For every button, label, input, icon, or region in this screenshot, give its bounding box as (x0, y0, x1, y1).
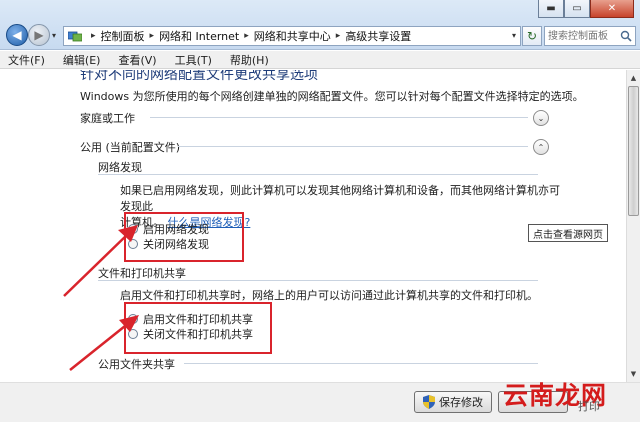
close-button[interactable]: ✕ (590, 0, 634, 18)
window-titlebar: ▬ ▭ ✕ ◀ ▶ ▾ ▸ 控制面板 ▸ 网络和 Internet ▸ 网络和共… (0, 0, 640, 50)
breadcrumb-separator[interactable]: ▸ (336, 31, 341, 41)
annotation-arrows (63, 225, 139, 371)
menu-help[interactable]: 帮助(H) (230, 52, 269, 68)
breadcrumb-network-sharing-center[interactable]: 网络和共享中心 (254, 28, 331, 44)
red-arrow-icon (63, 225, 138, 297)
window-controls: ▬ ▭ ✕ (538, 0, 634, 18)
breadcrumb-separator[interactable]: ▸ (244, 31, 249, 41)
scroll-down-button[interactable]: ▼ (627, 367, 640, 381)
breadcrumb-network-internet[interactable]: 网络和 Internet (159, 28, 239, 44)
red-arrow-icon (69, 315, 139, 371)
uac-shield-icon (423, 395, 435, 409)
address-bar[interactable]: ▸ 控制面板 ▸ 网络和 Internet ▸ 网络和共享中心 ▸ 高级共享设置… (63, 26, 521, 46)
vertical-scrollbar[interactable]: ▲ ▼ (626, 70, 640, 382)
search-input[interactable] (545, 27, 619, 45)
recent-pages-dropdown[interactable]: ▾ (52, 31, 56, 40)
scroll-up-button[interactable]: ▲ (627, 71, 640, 85)
settings-content: 针对不同的网络配置文件更改共享选项 Windows 为您所使用的每个网络创建单独… (0, 70, 626, 382)
scroll-thumb[interactable] (628, 86, 639, 216)
refresh-icon: ↻ (526, 29, 538, 43)
maximize-button[interactable]: ▭ (564, 0, 590, 18)
control-panel-icon (68, 31, 82, 42)
back-arrow-icon: ◀ (12, 28, 22, 42)
menu-file[interactable]: 文件(F) (8, 52, 45, 68)
search-box[interactable] (544, 26, 636, 46)
minimize-button[interactable]: ▬ (538, 0, 564, 18)
forward-arrow-icon: ▶ (34, 28, 44, 42)
breadcrumb-separator: ▸ (91, 31, 96, 41)
save-changes-label[interactable]: 保存修改 (439, 394, 483, 410)
breadcrumb-advanced-sharing[interactable]: 高级共享设置 (345, 28, 411, 44)
breadcrumb-separator[interactable]: ▸ (150, 31, 155, 41)
menu-edit[interactable]: 编辑(E) (63, 52, 101, 68)
address-dropdown-icon[interactable]: ▾ (512, 31, 516, 40)
back-button[interactable]: ◀ (6, 24, 28, 46)
forward-button[interactable]: ▶ (28, 24, 50, 46)
save-changes-button[interactable]: 保存修改 (414, 391, 492, 413)
refresh-button[interactable]: ↻ (522, 26, 542, 46)
menu-tools[interactable]: 工具(T) (175, 52, 212, 68)
menu-view[interactable]: 查看(V) (118, 52, 156, 68)
breadcrumb-control-panel[interactable]: 控制面板 (101, 28, 145, 44)
menu-bar: 文件(F) 编辑(E) 查看(V) 工具(T) 帮助(H) (0, 51, 640, 69)
search-icon[interactable] (620, 30, 632, 42)
watermark-subtext: 打印 (578, 400, 600, 413)
